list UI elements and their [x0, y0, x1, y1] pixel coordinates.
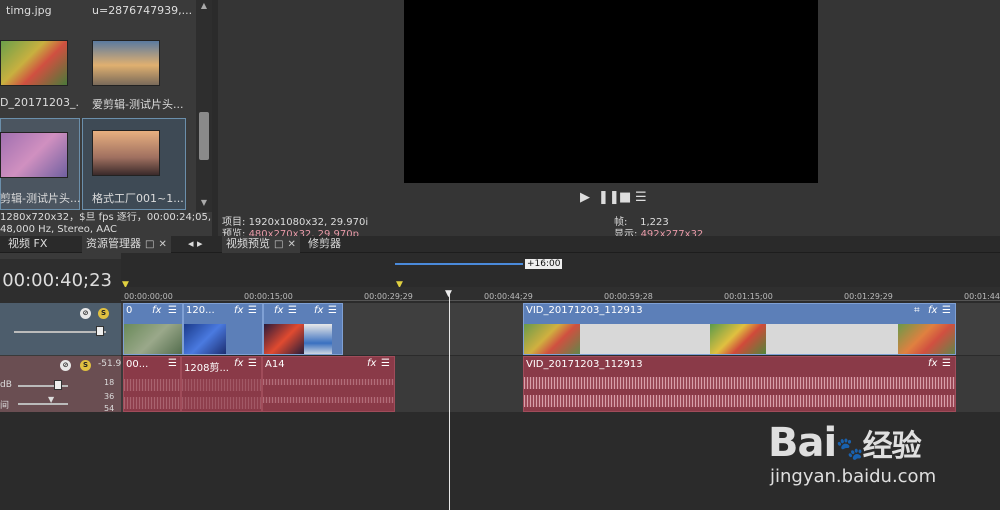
audio-db-value: -51.9 — [98, 359, 122, 369]
empty-track-area — [0, 412, 121, 510]
audio-track-header[interactable]: ⊘ S -51.9 dB 间 ▼ 18 36 54 — [0, 356, 122, 413]
tab-arrows[interactable]: ◂ ▸ — [184, 236, 207, 253]
scrollbar-thumb[interactable] — [199, 112, 209, 160]
audio-clip[interactable]: 00... ☰ — [123, 356, 181, 412]
vegas-editor-window: timg.jpg u=2876747939,... D_20171203_...… — [0, 0, 1000, 510]
tab-video-preview[interactable]: 视频预览 □ ✕ — [222, 236, 300, 253]
ruler-tick: 00:00:59;28 — [604, 292, 653, 301]
menu-icon[interactable]: ☰ — [942, 358, 951, 369]
maximize-icon[interactable]: □ — [274, 239, 283, 250]
solo-icon[interactable]: S — [80, 360, 91, 371]
tab-video-fx[interactable]: 视频 FX — [4, 236, 51, 253]
media-info: 1280x720x32，$旦 fps 逐行，00:00:24;05, AVC 4… — [0, 212, 212, 238]
menu-icon[interactable]: ☰ — [248, 358, 257, 369]
media-item-label: D_20171203_... — [0, 96, 80, 109]
tab-explorer[interactable]: 资源管理器 □ ✕ — [82, 236, 171, 253]
pan-label: 间 — [0, 401, 10, 411]
pan-marker-icon[interactable]: ▼ — [48, 395, 54, 404]
media-item-label: timg.jpg — [6, 4, 52, 17]
timeline-ruler[interactable]: 00:00:00;00 00:00:15;00 00:00:29;29 00:0… — [121, 287, 1000, 301]
media-scrollbar[interactable]: ▲ ▼ — [196, 0, 212, 212]
mute-icon[interactable]: ⊘ — [60, 360, 71, 371]
volume-label: dB — [0, 380, 12, 390]
fx-icon[interactable]: fx — [152, 305, 161, 316]
media-thumbnail[interactable] — [0, 132, 68, 178]
media-item-label: u=2876747939,... — [92, 4, 193, 17]
solo-icon[interactable]: S — [98, 308, 109, 319]
media-info-line: 48,000 Hz, Stereo, AAC — [0, 224, 118, 235]
media-thumbnail[interactable] — [0, 40, 68, 86]
ruler-tick: 00:01:44 — [964, 292, 1000, 301]
fx-icon[interactable]: fx — [234, 305, 243, 316]
menu-icon[interactable]: ☰ — [942, 305, 951, 316]
playhead[interactable] — [449, 293, 450, 510]
tab-trimmer[interactable]: 修剪器 — [304, 236, 345, 253]
menu-icon[interactable]: ☰ — [248, 305, 257, 316]
panel-tabs: 视频 FX 资源管理器 □ ✕ ◂ ▸ 视频预览 □ ✕ 修剪器 — [0, 236, 1000, 253]
play-icon[interactable]: ▶ — [580, 190, 590, 205]
video-clip[interactable]: VID_20171203_112913 ⌗ fx ☰ — [523, 303, 956, 355]
menu-icon[interactable]: ☰ — [288, 305, 297, 316]
media-thumbnail[interactable] — [92, 40, 160, 86]
pause-icon[interactable]: ❚❚ — [598, 190, 620, 205]
slider-knob[interactable] — [96, 326, 104, 336]
media-info-line: 1280x720x32，$旦 fps 逐行，00:00:24;05, AVC — [0, 212, 212, 223]
ruler-tick: 00:00:44;29 — [484, 292, 533, 301]
audio-clip[interactable]: A14 fx ☰ — [262, 356, 395, 412]
preview-screen — [404, 0, 818, 183]
close-icon[interactable]: ✕ — [287, 239, 295, 250]
loop-region[interactable] — [395, 263, 523, 265]
media-thumbnail[interactable] — [92, 130, 160, 176]
menu-icon[interactable]: ☰ — [381, 358, 390, 369]
fx-icon[interactable]: fx — [367, 358, 376, 369]
ruler-tick: 00:01:29;29 — [844, 292, 893, 301]
close-icon[interactable]: ✕ — [158, 239, 166, 250]
video-clip[interactable]: 120... fx ☰ — [183, 303, 263, 355]
ruler-tick: 00:00:15;00 — [244, 292, 293, 301]
mute-icon[interactable]: ⊘ — [80, 308, 91, 319]
paw-icon: 🐾 — [836, 437, 863, 462]
ruler-tick: 00:01:15;00 — [724, 292, 773, 301]
ruler-tick: 00:00:29;29 — [364, 292, 413, 301]
loop-length-label: +16:00 — [525, 259, 563, 269]
playhead-handle-icon[interactable]: ▼ — [445, 289, 452, 299]
scroll-down-icon[interactable]: ▼ — [199, 198, 209, 208]
fx-icon[interactable]: fx — [928, 305, 937, 316]
video-clip[interactable]: 0 fx ☰ — [123, 303, 183, 355]
fx-icon[interactable]: fx — [928, 358, 937, 369]
track-opacity-slider[interactable] — [14, 331, 106, 333]
menu-icon[interactable]: ☰ — [168, 358, 177, 369]
maximize-icon[interactable]: □ — [145, 239, 154, 250]
timecode-display: 00:00:40;23 — [0, 259, 121, 303]
video-clip[interactable]: fx ☰ fx ☰ — [263, 303, 343, 355]
menu-icon[interactable]: ☰ — [635, 190, 647, 205]
video-track-header[interactable]: ⊘ S — [0, 303, 121, 355]
watermark-url: jingyan.baidu.com — [770, 466, 937, 487]
menu-icon[interactable]: ☰ — [168, 305, 177, 316]
level-label: 36 — [104, 392, 115, 401]
fx-icon[interactable]: fx — [274, 305, 283, 316]
media-item-label: 爱剪辑-测试片头... — [92, 98, 184, 111]
pan-slider[interactable] — [18, 403, 68, 405]
baidu-logo: Bai🐾经验 — [768, 420, 922, 466]
slider-knob[interactable] — [54, 380, 62, 390]
stop-icon[interactable]: ■ — [619, 190, 631, 205]
crop-icon[interactable]: ⌗ — [914, 305, 920, 316]
audio-clip[interactable]: 1208剪... fx ☰ — [181, 356, 262, 412]
ruler-tick: 00:00:00;00 — [124, 292, 173, 301]
audio-clip[interactable]: VID_20171203_112913 fx ☰ — [523, 356, 956, 412]
media-item-label: 剪辑-测试片头... — [0, 192, 80, 205]
media-browser: timg.jpg u=2876747939,... D_20171203_...… — [0, 0, 212, 236]
media-item-label: 格式工厂001~1... — [92, 192, 184, 205]
fx-icon[interactable]: fx — [234, 358, 243, 369]
fx-icon[interactable]: fx — [314, 305, 323, 316]
scroll-up-icon[interactable]: ▲ — [199, 1, 209, 11]
menu-icon[interactable]: ☰ — [328, 305, 337, 316]
level-label: 18 — [104, 378, 115, 387]
